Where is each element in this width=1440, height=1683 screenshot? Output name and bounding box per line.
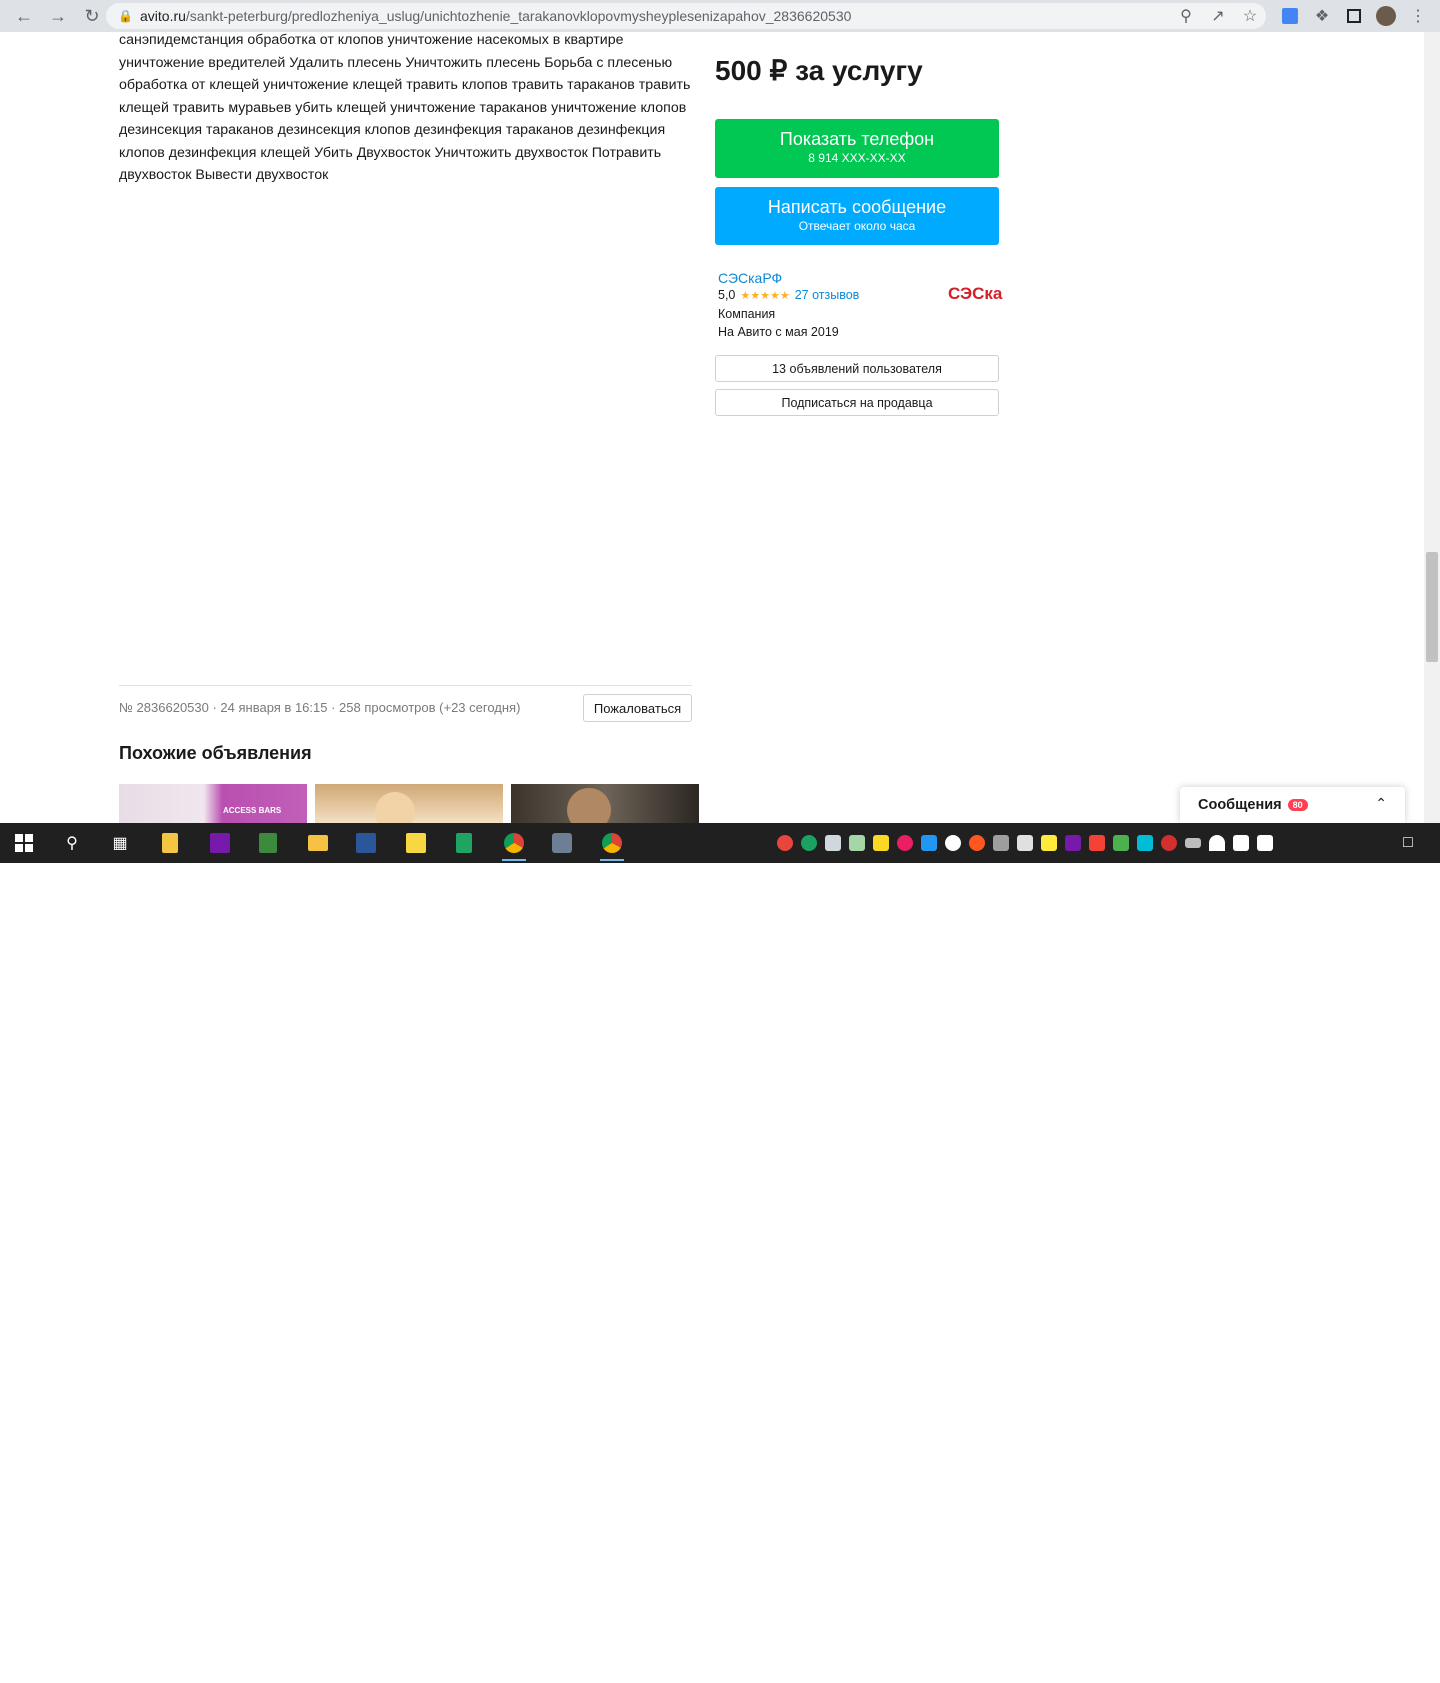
write-message-label: Написать сообщение xyxy=(767,197,947,217)
reload-icon[interactable]: ↻ xyxy=(78,2,106,30)
app-icon[interactable] xyxy=(542,829,582,857)
volume-icon[interactable] xyxy=(1233,835,1249,851)
messages-panel[interactable]: Сообщения 80 ⌃ xyxy=(1180,787,1405,823)
profile-avatar[interactable] xyxy=(1374,4,1398,28)
tray-icon[interactable] xyxy=(1065,835,1081,851)
tray-icon[interactable] xyxy=(1017,835,1033,851)
show-phone-label: Показать телефон xyxy=(779,129,935,149)
tray-icon[interactable] xyxy=(1137,835,1153,851)
tray-icon[interactable] xyxy=(825,835,841,851)
tray-icon[interactable] xyxy=(1089,835,1105,851)
rating-value: 5,0 xyxy=(718,288,736,302)
sticky-notes-icon[interactable] xyxy=(396,829,436,857)
windows-start-icon[interactable] xyxy=(4,829,44,857)
tray-icon[interactable] xyxy=(873,835,889,851)
response-time: Отвечает около часа xyxy=(798,219,916,233)
tray-icon[interactable] xyxy=(945,835,961,851)
back-icon[interactable]: ← xyxy=(10,2,38,30)
seller-logo[interactable]: СЭСка xyxy=(948,284,1002,304)
forward-icon[interactable]: → xyxy=(44,2,72,30)
file-app-icon[interactable] xyxy=(150,829,190,857)
battery-icon[interactable] xyxy=(1185,838,1201,848)
search-icon[interactable]: ⚲ xyxy=(52,829,92,857)
file-explorer-icon[interactable] xyxy=(298,829,338,857)
clock-time: 13:29:09 xyxy=(1331,1651,1377,1663)
url-host: avito.ru xyxy=(140,8,186,24)
star-rating-icon: ★★★★★ xyxy=(740,289,790,302)
similar-listing-thumbnail[interactable] xyxy=(511,784,699,823)
extensions-icon[interactable]: ❖ xyxy=(1310,4,1334,28)
messages-count-badge: 80 xyxy=(1287,799,1308,811)
phone-number: 8 914 XXX-XX-XX xyxy=(808,151,906,165)
write-message-button[interactable]: Написать сообщение Отвечает около часа xyxy=(715,187,999,245)
zoom-icon[interactable]: ⚲ xyxy=(1174,4,1198,28)
seller-since: На Авито с мая 2019 xyxy=(718,325,839,339)
complain-button[interactable]: Пожаловаться xyxy=(583,694,692,722)
clock-date: 28.01.2023 xyxy=(1326,1668,1384,1680)
clock[interactable]: 13:29:09 28.01.2023 xyxy=(1326,1649,1384,1683)
notifications-icon[interactable]: □ xyxy=(1388,829,1428,857)
tray-icon[interactable] xyxy=(1041,835,1057,851)
tray-icon[interactable] xyxy=(969,835,985,851)
chrome-icon[interactable] xyxy=(494,829,534,861)
browser-toolbar: ← → ↻ 🔒 avito.ru/sankt-peterburg/predloz… xyxy=(0,0,1440,32)
listing-meta: № 2836620530 · 24 января в 16:15 · 258 п… xyxy=(119,700,521,715)
windows-taskbar: ⚲ ▦ РУС 13:29:09 28.01.2023 □ xyxy=(0,823,1440,1680)
task-view-icon[interactable]: ▦ xyxy=(100,829,140,857)
tray-icon[interactable] xyxy=(993,835,1009,851)
user-listings-button[interactable]: 13 объявлений пользователя xyxy=(715,355,999,382)
page-viewport: санэпидемстанция обработка от клопов уни… xyxy=(0,32,1424,823)
seller-name-link[interactable]: СЭСкаРФ xyxy=(718,270,782,286)
sheets-icon[interactable] xyxy=(444,829,484,857)
translate-extension-icon[interactable] xyxy=(1278,4,1302,28)
seller-rating: 5,0 ★★★★★ 27 отзывов xyxy=(718,288,859,302)
chevron-up-icon[interactable]: ⌃ xyxy=(1375,795,1387,812)
menu-icon[interactable]: ⋮ xyxy=(1406,4,1430,28)
tray-icon[interactable] xyxy=(777,835,793,851)
divider xyxy=(119,685,692,686)
subscribe-seller-button[interactable]: Подписаться на продавца xyxy=(715,389,999,416)
tray-icon[interactable] xyxy=(1113,835,1129,851)
wifi-icon[interactable] xyxy=(1209,835,1225,851)
similar-listings-title: Похожие объявления xyxy=(119,743,312,763)
word-icon[interactable] xyxy=(346,829,386,857)
scrollbar-thumb[interactable] xyxy=(1426,552,1438,662)
show-phone-button[interactable]: Показать телефон 8 914 XXX-XX-XX xyxy=(715,119,999,178)
address-bar[interactable]: 🔒 avito.ru/sankt-peterburg/predlozheniya… xyxy=(106,3,1266,29)
onenote-icon[interactable] xyxy=(200,829,240,857)
price: 500 ₽ за услугу xyxy=(715,55,923,86)
chrome-icon[interactable] xyxy=(592,829,632,861)
lock-icon: 🔒 xyxy=(118,9,133,23)
sidepanel-icon[interactable] xyxy=(1342,4,1366,28)
spreadsheet-app-icon[interactable] xyxy=(248,829,288,857)
listing-description: санэпидемстанция обработка от клопов уни… xyxy=(119,32,691,183)
tray-icon[interactable] xyxy=(1161,835,1177,851)
similar-listing-thumbnail[interactable] xyxy=(315,784,503,823)
url-path: /sankt-peterburg/predlozheniya_uslug/uni… xyxy=(185,8,852,24)
reviews-link[interactable]: 27 отзывов xyxy=(795,288,860,302)
tray-icon[interactable] xyxy=(921,835,937,851)
language-indicator[interactable]: РУС xyxy=(1292,1658,1316,1672)
bookmark-star-icon[interactable]: ☆ xyxy=(1238,4,1262,28)
tray-icon[interactable] xyxy=(849,835,865,851)
messages-label: Сообщения xyxy=(1198,797,1282,813)
similar-listing-thumbnail[interactable]: ACCESS BARS xyxy=(119,784,307,823)
share-icon[interactable]: ↗ xyxy=(1206,4,1230,28)
tray-icon[interactable] xyxy=(897,835,913,851)
network-icon[interactable] xyxy=(1257,835,1273,851)
seller-type: Компания xyxy=(718,307,776,321)
page-scrollbar[interactable] xyxy=(1424,32,1440,823)
tray-icon[interactable] xyxy=(801,835,817,851)
